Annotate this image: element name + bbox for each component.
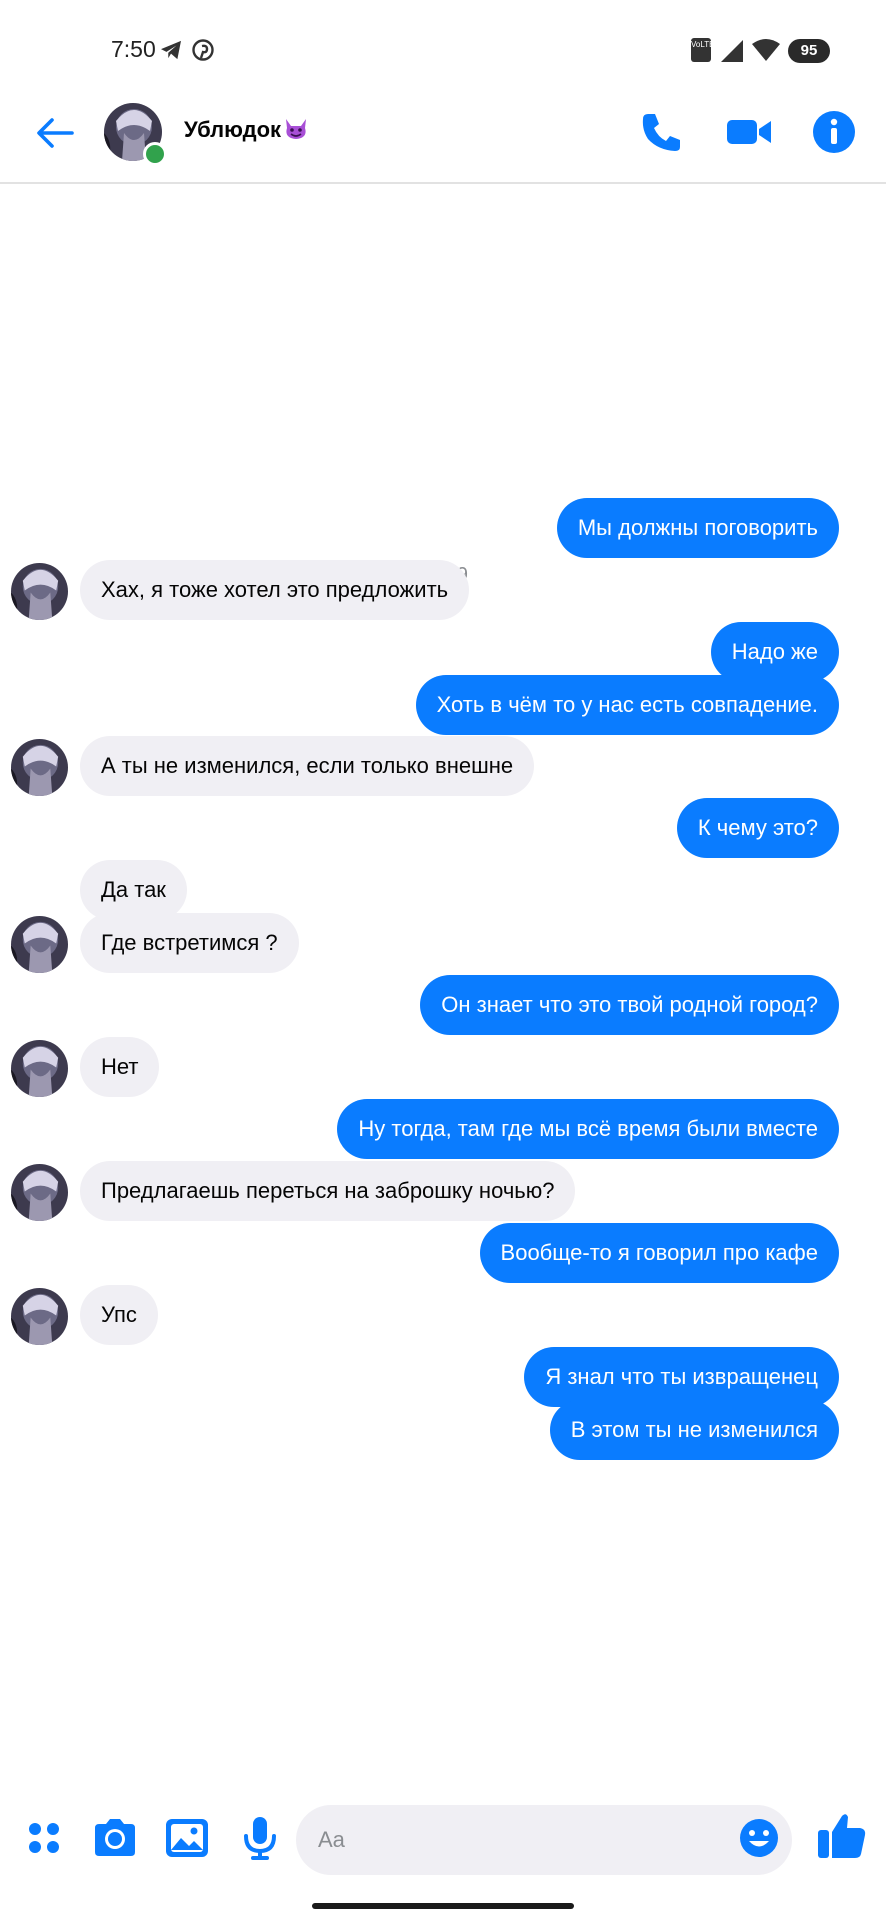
devil-emoji-icon: [286, 119, 307, 139]
sender-avatar[interactable]: [11, 1288, 68, 1345]
outgoing-message[interactable]: Он знает что это твой родной город?: [420, 975, 839, 1035]
message-list[interactable]: 07:39 Мы должны поговоритьХах, я тоже хо…: [0, 184, 886, 1794]
status-time: 7:50: [111, 36, 156, 62]
sender-avatar[interactable]: [11, 916, 68, 973]
volte-icon: VoLTE: [691, 38, 714, 62]
incoming-message[interactable]: Нет: [80, 1037, 160, 1097]
incoming-message[interactable]: Хах, я тоже хотел это предложить: [80, 560, 470, 620]
video-icon[interactable]: [725, 108, 773, 156]
message-input[interactable]: Aa: [296, 1805, 792, 1875]
outgoing-message[interactable]: В этом ты не изменился: [549, 1400, 839, 1460]
microphone-icon[interactable]: [236, 1814, 284, 1862]
incoming-message[interactable]: Предлагаешь переться на заброшку ночью?: [80, 1161, 576, 1221]
incoming-message[interactable]: Да так: [80, 860, 187, 920]
info-icon[interactable]: [810, 108, 858, 156]
conversation-header: Ублюдок: [0, 100, 886, 184]
pinterest-icon: [192, 39, 214, 61]
incoming-message[interactable]: Где встретимся ?: [80, 913, 299, 973]
like-icon[interactable]: [816, 1810, 868, 1862]
status-bar: 7:50 VoLTE 95: [0, 0, 886, 100]
outgoing-message[interactable]: Мы должны поговорить: [556, 498, 839, 558]
outgoing-message[interactable]: Вообще-то я говорил про кафе: [479, 1223, 839, 1283]
apps-icon[interactable]: [20, 1814, 68, 1862]
wifi-icon: [752, 39, 780, 61]
composer-bar: Aa: [0, 1800, 886, 1880]
signal-icon: [721, 40, 743, 62]
contact-name[interactable]: Ублюдок: [184, 117, 309, 143]
outgoing-message[interactable]: К чему это?: [676, 798, 839, 858]
telegram-icon: [161, 40, 181, 60]
sender-avatar[interactable]: [11, 1040, 68, 1097]
back-icon[interactable]: [34, 112, 76, 154]
outgoing-message[interactable]: Ну тогда, там где мы всё время были вмес…: [337, 1099, 839, 1159]
camera-icon[interactable]: [91, 1814, 139, 1862]
outgoing-message[interactable]: Надо же: [710, 622, 839, 682]
sender-avatar[interactable]: [11, 739, 68, 796]
sender-avatar[interactable]: [11, 563, 68, 620]
home-indicator[interactable]: [312, 1903, 574, 1909]
sender-avatar[interactable]: [11, 1164, 68, 1221]
gallery-icon[interactable]: [163, 1814, 211, 1862]
online-indicator: [143, 142, 167, 166]
incoming-message[interactable]: Упс: [80, 1285, 158, 1345]
emoji-icon[interactable]: [738, 1817, 780, 1859]
outgoing-message[interactable]: Хоть в чём то у нас есть совпадение.: [415, 675, 839, 735]
incoming-message[interactable]: А ты не изменился, если только внешне: [80, 736, 535, 796]
outgoing-message[interactable]: Я знал что ты извращенец: [524, 1347, 839, 1407]
battery-icon: 95: [788, 39, 830, 63]
phone-icon[interactable]: [638, 108, 686, 156]
